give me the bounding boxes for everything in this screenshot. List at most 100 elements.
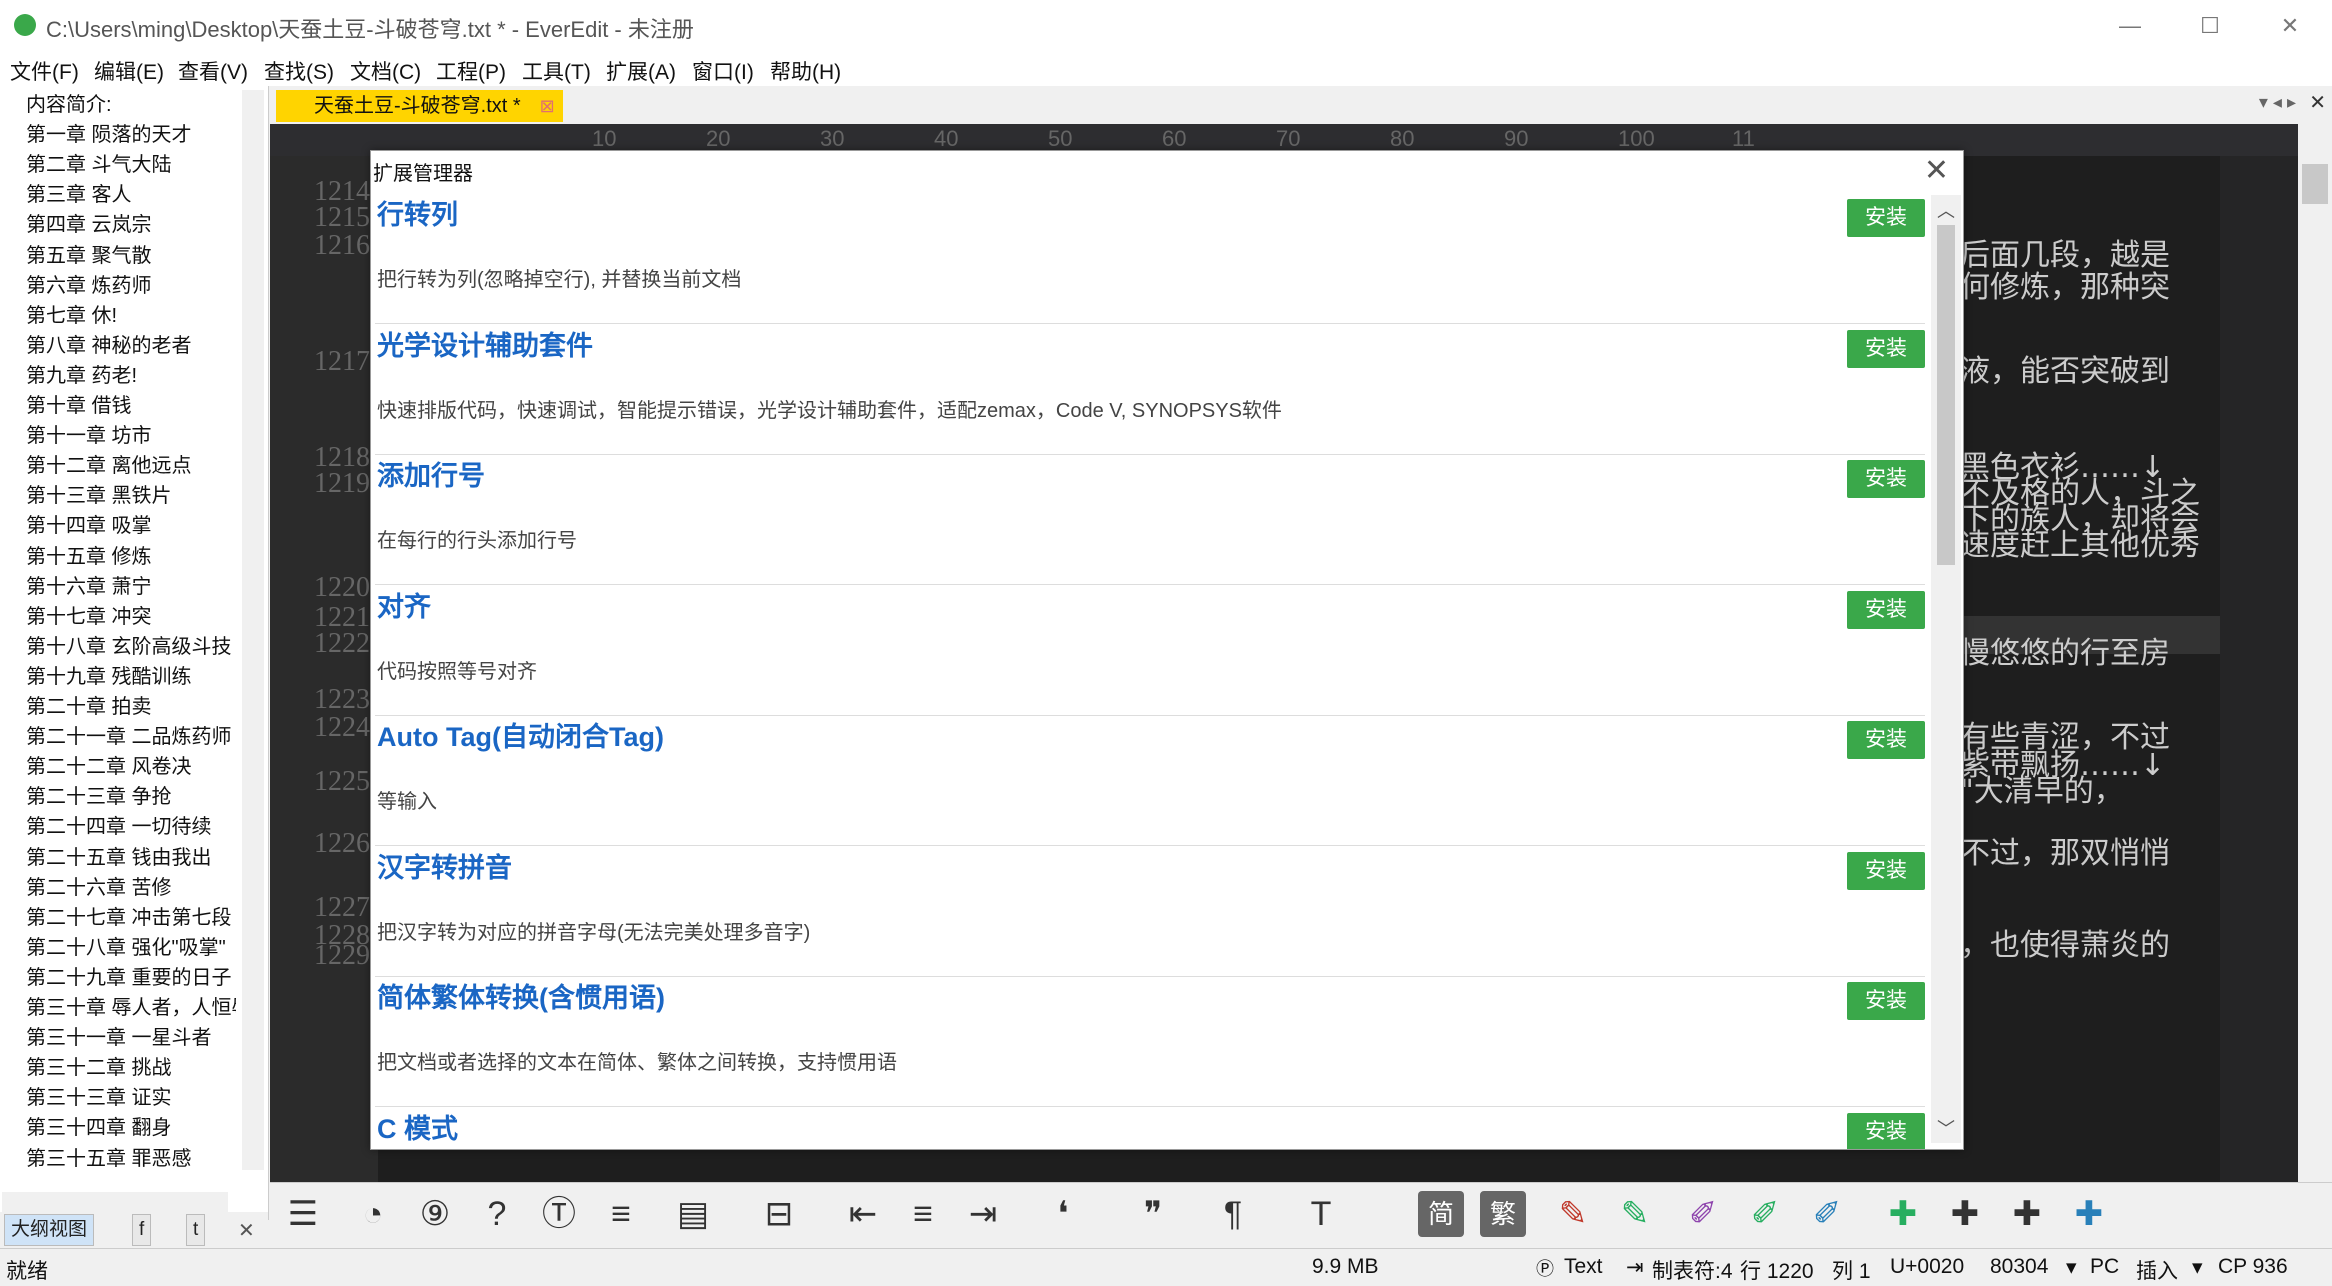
editor-scroll-thumb[interactable] [2302,164,2328,204]
menu-edit[interactable]: 编辑(E) [94,56,164,86]
brush-s-icon[interactable]: ✎ [1550,1191,1596,1237]
outline-item[interactable]: 第九章 药老! [26,361,236,391]
install-button[interactable]: 安装 [1847,982,1925,1020]
outline-item[interactable]: 第三十五章 罪恶感 [26,1144,236,1174]
scroll-up-icon[interactable]: ︿ [1937,197,1955,223]
simplified-button[interactable]: 简 [1418,1191,1464,1237]
close-window-button[interactable]: ✕ [2260,6,2320,46]
menu-view[interactable]: 查看(V) [178,56,248,86]
plugin-w-icon[interactable]: ✚ [1942,1191,1988,1237]
traditional-button[interactable]: 繁 [1480,1191,1526,1237]
outline-item[interactable]: 第四章 云岚宗 [26,210,236,240]
status-eol[interactable]: PC [2090,1255,2119,1279]
outline-item[interactable]: 第十一章 坊市 [26,421,236,451]
install-button[interactable]: 安装 [1847,199,1925,237]
briefcase-icon[interactable]: ⊟ [756,1191,802,1237]
menu-tools[interactable]: 工具(T) [522,56,591,86]
outline-item[interactable]: 内容简介: [26,90,236,120]
outline-item[interactable]: 第三十一章 一星斗者 [26,1023,236,1053]
menu-window[interactable]: 窗口(I) [692,56,754,86]
dialog-close-button[interactable]: ✕ [1924,153,1949,188]
outline-item[interactable]: 第二十八章 强化"吸掌" [26,933,236,963]
outline-item[interactable]: 第二十五章 钱由我出 [26,843,236,873]
tab-outline-view[interactable]: 大纲视图 [4,1214,95,1246]
outline-item[interactable]: 第二十章 拍卖 [26,692,236,722]
outline-item[interactable]: 第三章 客人 [26,180,236,210]
outline-item[interactable]: 第十二章 离他远点 [26,451,236,481]
align-check-icon[interactable]: ≡ [598,1191,644,1237]
outline-item[interactable]: 第二十七章 冲击第七段 [26,903,236,933]
quote-double-icon[interactable]: ❞ [1130,1191,1176,1237]
number-check-icon[interactable]: ⑨ [412,1191,458,1237]
install-button[interactable]: 安装 [1847,329,1925,368]
status-insert[interactable]: 插入 [2136,1255,2178,1285]
outline-item[interactable]: 第十三章 黑铁片 [26,481,236,511]
marker-icon[interactable]: ✐ [1804,1191,1850,1237]
outline-item[interactable]: 第三十章 辱人者，人恒辱之 [26,993,236,1023]
outline-item[interactable]: 第一章 陨落的天才 [26,120,236,150]
menu-project[interactable]: 工程(P) [436,56,506,86]
chart-check-icon[interactable]: ◔ [350,1191,396,1237]
status-mode[interactable]: Text [1564,1255,1603,1279]
menu-find[interactable]: 查找(S) [264,56,334,86]
outline-item[interactable]: 第三十三章 证实 [26,1083,236,1113]
text-check-icon[interactable]: Ⓣ [536,1191,582,1237]
outline-item[interactable]: 第十四章 吸掌 [26,511,236,541]
outline-item[interactable]: 第十章 借钱 [26,391,236,421]
outline-item[interactable]: 第十八章 玄阶高级斗技 [26,632,236,662]
install-button[interactable]: 安装 [1847,721,1925,759]
outline-item[interactable]: 第二十九章 重要的日子 [26,963,236,993]
outline-item[interactable]: 第二十三章 争抢 [26,782,236,812]
indent-left-icon[interactable]: ⇤ [840,1191,886,1237]
tab-list-icon[interactable]: ▾ ◂ ▸ [2259,92,2296,113]
plugin-r-icon[interactable]: ✚ [2066,1191,2112,1237]
outline-item[interactable]: 第八章 神秘的老者 [26,331,236,361]
outline-item[interactable]: 第三十四章 翻身 [26,1113,236,1143]
install-button[interactable]: 安装 [1847,851,1925,890]
status-tab-width[interactable]: 制表符:4 [1652,1255,1733,1285]
brush-r-icon[interactable]: ✎ [1612,1191,1658,1237]
question-check-icon[interactable]: ? [474,1191,520,1237]
outline-item[interactable]: 第十六章 萧宁 [26,572,236,602]
menu-file[interactable]: 文件(F) [10,56,79,86]
outline-item[interactable]: 第五章 聚气散 [26,241,236,271]
menu-extensions[interactable]: 扩展(A) [606,56,676,86]
outline-item[interactable]: 第十七章 冲突 [26,602,236,632]
outline-item[interactable]: 第七章 休! [26,301,236,331]
tab-panel-f[interactable]: f [132,1214,152,1246]
menu-document[interactable]: 文档(C) [350,56,421,86]
tab-close-icon[interactable]: ⊠ [540,90,555,122]
outline-item[interactable]: 第二十二章 风卷决 [26,752,236,782]
status-encoding[interactable]: CP 936 [2218,1255,2288,1279]
outline-item[interactable]: 第二十六章 苦修 [26,873,236,903]
outline-vertical-scrollbar[interactable] [242,90,264,1170]
maximize-button[interactable]: ☐ [2180,6,2240,46]
install-button[interactable]: 安装 [1847,590,1925,629]
close-panel-icon[interactable]: ✕ [238,1218,255,1243]
menu-help[interactable]: 帮助(H) [770,56,841,86]
quote-single-icon[interactable]: ❛ [1040,1191,1086,1237]
outline-item[interactable]: 第十九章 残酷训练 [26,662,236,692]
editor-vertical-scrollbar[interactable] [2298,124,2332,1182]
text-format-icon[interactable]: T [1298,1191,1344,1237]
install-button[interactable]: 安装 [1847,1112,1925,1149]
plugin-s-icon[interactable]: ✚ [1880,1191,1926,1237]
marker-e-icon[interactable]: ✐ [1742,1191,1788,1237]
close-tab-icon[interactable]: ✕ [2309,90,2326,115]
minimize-button[interactable]: — [2100,6,2160,46]
outline-item[interactable]: 第二十一章 二品炼药师 [26,722,236,752]
outline-item[interactable]: 第十五章 修炼 [26,542,236,572]
tab-panel-t[interactable]: t [186,1214,206,1246]
marker-a-icon[interactable]: ✐ [1680,1191,1726,1237]
dropdown-icon[interactable]: ▾ [2192,1255,2203,1280]
align-center-icon[interactable]: ≡ [900,1191,946,1237]
indent-right-icon[interactable]: ⇥ [960,1191,1006,1237]
dialog-scroll-thumb[interactable] [1937,225,1955,565]
tab-document[interactable]: 天蚕土豆-斗破苍穹.txt * ⊠ [276,90,563,122]
scroll-down-icon[interactable]: ﹀ [1937,1115,1955,1141]
dropdown-icon[interactable]: ▾ [2066,1255,2077,1280]
outline-item[interactable]: 第二章 斗气大陆 [26,150,236,180]
outline-item[interactable]: 第六章 炼药师 [26,271,236,301]
document-icon[interactable]: ▤ [670,1191,716,1237]
dialog-scrollbar[interactable]: ︿ ﹀ [1931,195,1961,1143]
